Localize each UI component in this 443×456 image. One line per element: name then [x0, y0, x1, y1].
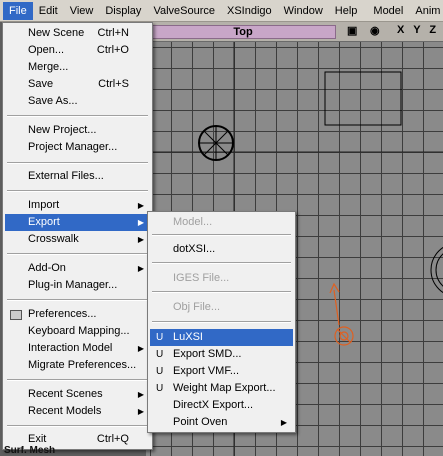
menu-item-add-on[interactable]: Add-On ▶: [5, 260, 150, 277]
sphere-object: [198, 125, 234, 161]
menu-item-save-as[interactable]: Save As...: [5, 93, 150, 110]
user-script-icon: U: [156, 383, 164, 394]
menu-item-crosswalk[interactable]: Crosswalk ▶: [5, 231, 150, 248]
menu-item-save[interactable]: Save Ctrl+S: [5, 76, 150, 93]
submenu-arrow-icon: ▶: [137, 218, 144, 227]
menu-item-migrate-preferences[interactable]: Migrate Preferences...: [5, 357, 150, 374]
menu-item-export-smd[interactable]: U Export SMD...: [150, 346, 293, 363]
menu-display[interactable]: Display: [99, 2, 147, 20]
menu-separator: [152, 234, 291, 236]
user-script-icon: U: [156, 332, 164, 343]
menu-item-new-project[interactable]: New Project...: [5, 122, 150, 139]
rectangle-object: [324, 71, 402, 126]
submenu-arrow-icon: ▶: [280, 418, 287, 427]
submenu-arrow-icon: ▶: [137, 344, 144, 353]
menu-xsindigo[interactable]: XSIndigo: [221, 2, 278, 20]
submenu-arrow-icon: ▶: [137, 407, 144, 416]
menu-model[interactable]: Model: [367, 2, 409, 20]
user-script-icon: U: [156, 349, 164, 360]
menu-item-point-oven[interactable]: Point Oven ▶: [150, 414, 293, 431]
menu-separator: [7, 162, 148, 164]
preferences-icon: [10, 310, 22, 320]
menu-separator: [7, 253, 148, 255]
menu-item-plugin-manager[interactable]: Plug-in Manager...: [5, 277, 150, 294]
menu-help[interactable]: Help: [329, 2, 364, 20]
viewport-header: Top ▣ ◉ X Y Z: [146, 22, 443, 42]
menu-file[interactable]: File: [3, 1, 33, 20]
menu-item-recent-scenes[interactable]: Recent Scenes ▶: [5, 386, 150, 403]
axis-label[interactable]: X Y Z: [397, 24, 439, 36]
submenu-arrow-icon: ▶: [137, 264, 144, 273]
menu-item-new-scene[interactable]: New Scene Ctrl+N: [5, 25, 150, 42]
menu-anim[interactable]: Anim: [409, 2, 443, 20]
menu-item-obj[interactable]: Obj File...: [150, 299, 293, 316]
menu-item-import[interactable]: Import ▶: [5, 197, 150, 214]
menu-bar: File Edit View Display ValveSource XSInd…: [0, 0, 443, 22]
menu-item-external-files[interactable]: External Files...: [5, 168, 150, 185]
sphere-object-partial: [430, 246, 443, 294]
menu-separator: [7, 299, 148, 301]
menu-item-project-manager[interactable]: Project Manager...: [5, 139, 150, 156]
submenu-arrow-icon: ▶: [137, 235, 144, 244]
menu-separator: [7, 115, 148, 117]
menu-separator: [7, 379, 148, 381]
menu-item-recent-models[interactable]: Recent Models ▶: [5, 403, 150, 420]
menu-item-luxsi[interactable]: U LuXSI: [150, 329, 293, 346]
menu-separator: [152, 321, 291, 323]
status-label: Surf. Mesh: [4, 446, 56, 456]
menu-item-merge[interactable]: Merge...: [5, 59, 150, 76]
menu-item-directx-export[interactable]: DirectX Export...: [150, 397, 293, 414]
eye-icon[interactable]: ◉: [370, 24, 380, 37]
menu-item-export[interactable]: Export ▶: [5, 214, 150, 231]
menu-item-open[interactable]: Open... Ctrl+O: [5, 42, 150, 59]
menu-item-preferences[interactable]: Preferences...: [5, 306, 150, 323]
menu-item-interaction-model[interactable]: Interaction Model ▶: [5, 340, 150, 357]
user-script-icon: U: [156, 366, 164, 377]
menu-item-weight-map-export[interactable]: U Weight Map Export...: [150, 380, 293, 397]
menu-valvesource[interactable]: ValveSource: [147, 2, 221, 20]
submenu-arrow-icon: ▶: [137, 201, 144, 210]
file-menu: New Scene Ctrl+N Open... Ctrl+O Merge... S…: [2, 22, 153, 450]
menu-view[interactable]: View: [64, 2, 100, 20]
menu-item-export-vmf[interactable]: U Export VMF...: [150, 363, 293, 380]
menu-separator: [7, 190, 148, 192]
menu-item-keyboard-mapping[interactable]: Keyboard Mapping...: [5, 323, 150, 340]
export-submenu: Model... dotXSI... IGES File... Obj File…: [147, 211, 296, 433]
menu-separator: [152, 262, 291, 264]
submenu-arrow-icon: ▶: [137, 390, 144, 399]
menu-item-dotxsi[interactable]: dotXSI...: [150, 241, 293, 258]
menu-separator: [152, 291, 291, 293]
viewport-title[interactable]: Top: [150, 25, 336, 39]
menu-edit[interactable]: Edit: [33, 2, 64, 20]
menu-item-iges[interactable]: IGES File...: [150, 270, 293, 287]
camera-icon[interactable]: ▣: [347, 24, 357, 37]
menu-item-model[interactable]: Model...: [150, 214, 293, 231]
menu-window[interactable]: Window: [278, 2, 329, 20]
light-object: [329, 282, 354, 346]
menu-separator: [7, 425, 148, 427]
